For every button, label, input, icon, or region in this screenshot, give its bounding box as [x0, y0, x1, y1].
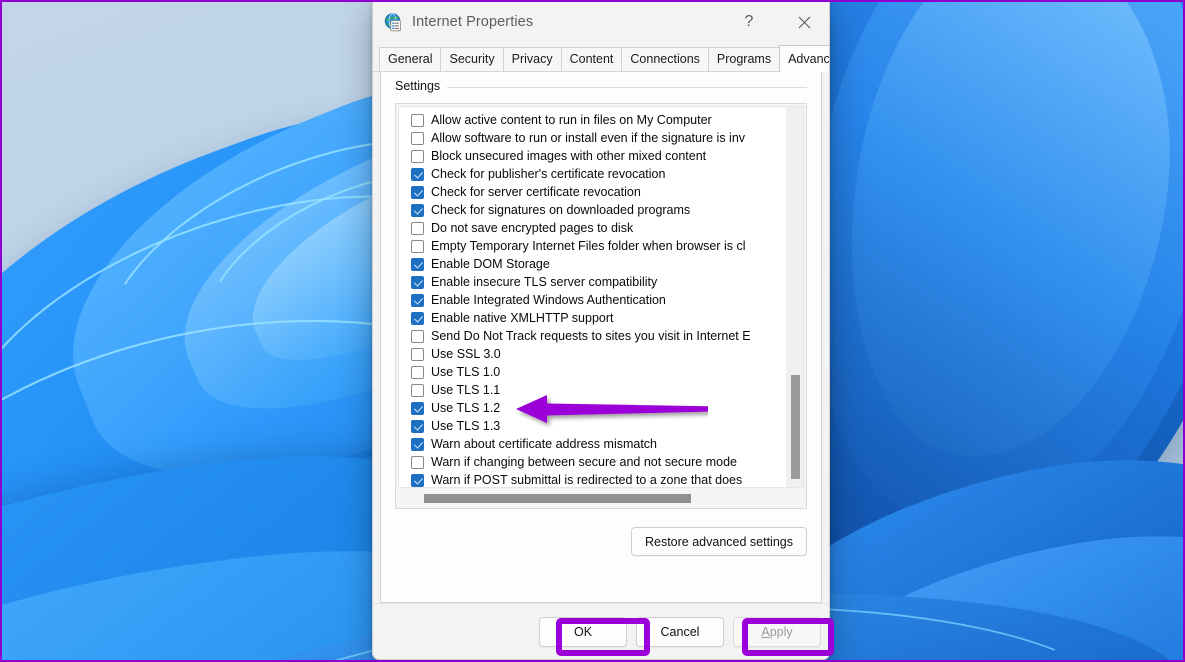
- dialog-titlebar[interactable]: Internet Properties ?: [373, 0, 829, 44]
- checkbox-unchecked-icon[interactable]: [411, 329, 424, 343]
- tab-content[interactable]: Content: [560, 47, 623, 71]
- settings-list[interactable]: Allow active content to run in files on …: [399, 107, 786, 487]
- settings-list-item[interactable]: Use TLS 1.2: [401, 399, 786, 417]
- settings-list-item[interactable]: Warn about certificate address mismatch: [401, 435, 786, 453]
- settings-list-item-label: Check for publisher's certificate revoca…: [431, 167, 666, 181]
- settings-list-item[interactable]: Use SSL 3.0: [401, 345, 786, 363]
- restore-advanced-settings-button[interactable]: Restore advanced settings: [630, 527, 807, 556]
- settings-list-item[interactable]: Enable native XMLHTTP support: [401, 309, 786, 327]
- internet-properties-icon: [384, 12, 403, 32]
- checkbox-unchecked-icon[interactable]: [411, 221, 424, 235]
- ok-button[interactable]: OK: [539, 616, 627, 647]
- tab-programs[interactable]: Programs: [707, 47, 781, 71]
- settings-list-item-label: Do not save encrypted pages to disk: [431, 221, 634, 235]
- settings-list-item-label: Warn if changing between secure and not …: [431, 455, 737, 469]
- checkbox-unchecked-icon[interactable]: [411, 113, 424, 127]
- settings-list-item-label: Enable DOM Storage: [431, 257, 550, 271]
- checkbox-checked-icon[interactable]: [411, 437, 424, 451]
- tab-advanced[interactable]: Advanced: [779, 45, 829, 72]
- checkbox-checked-icon[interactable]: [411, 275, 424, 289]
- settings-group: Settings Allow active content to run in …: [395, 79, 807, 509]
- window-title: Internet Properties: [412, 14, 534, 30]
- checkbox-unchecked-icon[interactable]: [411, 455, 424, 469]
- settings-list-item[interactable]: Check for signatures on downloaded progr…: [401, 201, 786, 219]
- settings-list-item[interactable]: Allow software to run or install even if…: [401, 129, 786, 147]
- settings-list-item[interactable]: Check for server certificate revocation: [401, 183, 786, 201]
- vertical-scrollbar-thumb[interactable]: [791, 375, 800, 479]
- horizontal-scrollbar[interactable]: [398, 490, 804, 506]
- internet-properties-dialog: Internet Properties ? General Security P…: [372, 0, 830, 660]
- settings-list-item-label: Send Do Not Track requests to sites you …: [431, 329, 751, 343]
- settings-list-item-label: Use TLS 1.3: [431, 419, 501, 433]
- settings-list-item[interactable]: Use TLS 1.3: [401, 417, 786, 435]
- group-divider: [395, 87, 807, 88]
- checkbox-unchecked-icon[interactable]: [411, 239, 424, 253]
- checkbox-checked-icon[interactable]: [411, 311, 424, 325]
- tab-general[interactable]: General: [379, 47, 442, 71]
- checkbox-checked-icon[interactable]: [411, 419, 424, 433]
- settings-list-item[interactable]: Allow active content to run in files on …: [401, 111, 786, 129]
- settings-list-item-label: Use TLS 1.1: [431, 383, 501, 397]
- settings-list-item[interactable]: Empty Temporary Internet Files folder wh…: [401, 237, 786, 255]
- apply-label-rest: pply: [769, 624, 793, 639]
- settings-list-item-label: Use TLS 1.2: [431, 401, 501, 415]
- settings-list-item-label: Enable Integrated Windows Authentication: [431, 293, 666, 307]
- checkbox-checked-icon[interactable]: [411, 185, 424, 199]
- settings-list-item-label: Warn if POST submittal is redirected to …: [431, 473, 743, 487]
- checkbox-unchecked-icon[interactable]: [411, 347, 424, 361]
- horizontal-scrollbar-thumb[interactable]: [424, 494, 691, 503]
- settings-list-item[interactable]: Check for publisher's certificate revoca…: [401, 165, 786, 183]
- checkbox-unchecked-icon[interactable]: [411, 383, 424, 397]
- settings-list-item[interactable]: Send Do Not Track requests to sites you …: [401, 327, 786, 345]
- checkbox-checked-icon[interactable]: [411, 401, 424, 415]
- settings-list-item-label: Use SSL 3.0: [431, 347, 501, 361]
- settings-listbox[interactable]: Allow active content to run in files on …: [395, 103, 807, 509]
- checkbox-checked-icon[interactable]: [411, 167, 424, 181]
- settings-list-item-label: Allow active content to run in files on …: [431, 113, 712, 127]
- restore-row: Restore advanced settings: [395, 527, 807, 556]
- settings-list-item[interactable]: Do not save encrypted pages to disk: [401, 219, 786, 237]
- advanced-tab-page: Settings Allow active content to run in …: [380, 72, 822, 603]
- apply-button[interactable]: Apply: [733, 616, 821, 647]
- dialog-footer: OK Cancel Apply: [373, 603, 829, 659]
- settings-list-item-label: Allow software to run or install even if…: [431, 131, 746, 145]
- vertical-scrollbar[interactable]: [786, 107, 803, 487]
- settings-list-item[interactable]: Warn if changing between secure and not …: [401, 453, 786, 471]
- settings-list-item-label: Use TLS 1.0: [431, 365, 501, 379]
- apply-accelerator: A: [761, 624, 770, 639]
- checkbox-unchecked-icon[interactable]: [411, 149, 424, 163]
- settings-list-item[interactable]: Use TLS 1.0: [401, 363, 786, 381]
- tab-connections[interactable]: Connections: [621, 47, 709, 71]
- checkbox-checked-icon[interactable]: [411, 257, 424, 271]
- help-button[interactable]: ?: [726, 0, 772, 44]
- checkbox-unchecked-icon[interactable]: [411, 365, 424, 379]
- settings-list-item-label: Check for server certificate revocation: [431, 185, 641, 199]
- tab-privacy[interactable]: Privacy: [502, 47, 562, 71]
- checkbox-checked-icon[interactable]: [411, 203, 424, 217]
- settings-list-item-label: Warn about certificate address mismatch: [431, 437, 658, 451]
- checkbox-checked-icon[interactable]: [411, 473, 424, 487]
- cancel-button[interactable]: Cancel: [636, 616, 724, 647]
- tab-security[interactable]: Security: [440, 47, 504, 71]
- settings-list-item[interactable]: Block unsecured images with other mixed …: [401, 147, 786, 165]
- close-icon[interactable]: [781, 0, 827, 44]
- settings-list-item-label: Block unsecured images with other mixed …: [431, 149, 707, 163]
- settings-list-item[interactable]: Warn if POST submittal is redirected to …: [401, 471, 786, 487]
- settings-group-label: Settings: [395, 79, 448, 93]
- settings-list-item-label: Empty Temporary Internet Files folder wh…: [431, 239, 746, 253]
- settings-list-item-label: Enable native XMLHTTP support: [431, 311, 614, 325]
- checkbox-checked-icon[interactable]: [411, 293, 424, 307]
- checkbox-unchecked-icon[interactable]: [411, 131, 424, 145]
- settings-list-item[interactable]: Enable DOM Storage: [401, 255, 786, 273]
- settings-list-item-label: Enable insecure TLS server compatibility: [431, 275, 658, 289]
- settings-list-item[interactable]: Enable Integrated Windows Authentication: [401, 291, 786, 309]
- settings-list-item-label: Check for signatures on downloaded progr…: [431, 203, 691, 217]
- settings-list-item[interactable]: Use TLS 1.1: [401, 381, 786, 399]
- tab-strip: General Security Privacy Content Connect…: [373, 44, 829, 72]
- settings-list-item[interactable]: Enable insecure TLS server compatibility: [401, 273, 786, 291]
